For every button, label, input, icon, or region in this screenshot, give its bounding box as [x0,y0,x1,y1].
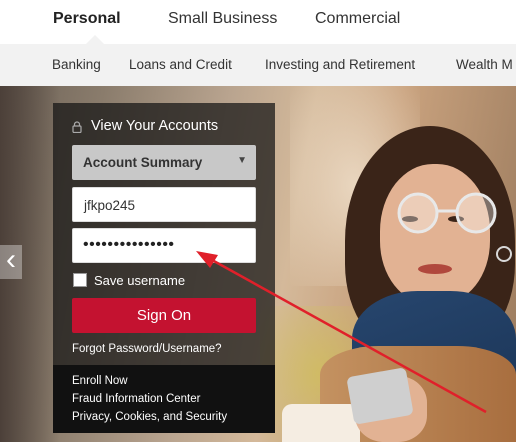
woman-lips [418,264,452,274]
enroll-now-link[interactable]: Enroll Now [72,375,128,387]
sign-on-button[interactable]: Sign On [72,298,256,333]
earring [496,246,512,262]
login-title: View Your Accounts [91,118,219,134]
password-field[interactable]: ••••••••••••••• [72,228,256,263]
subnav-item-investing[interactable]: Investing and Retirement [265,57,415,72]
smartphone [346,367,414,425]
save-username-label[interactable]: Save username [94,273,185,288]
account-type-select[interactable]: Account Summary ▼ [72,145,256,180]
coffee-cup [282,404,360,442]
username-value: jfkpo245 [84,198,136,213]
active-tab-indicator [86,35,104,44]
subnav-item-wealth[interactable]: Wealth M [456,57,513,72]
fraud-info-link[interactable]: Fraud Information Center [72,393,200,405]
login-panel: View Your Accounts Account Summary ▼ jfk… [53,103,275,433]
save-username-checkbox[interactable] [73,273,87,287]
chevron-down-icon: ▼ [237,155,247,166]
subnav-item-banking[interactable]: Banking [52,57,101,72]
chevron-left-icon: ‹ [6,243,16,276]
lock-icon [72,121,82,133]
account-type-value: Account Summary [83,155,203,170]
tab-personal[interactable]: Personal [53,10,121,28]
tab-commercial[interactable]: Commercial [315,10,400,28]
username-field[interactable]: jfkpo245 [72,187,256,222]
privacy-link[interactable]: Privacy, Cookies, and Security [72,411,227,423]
footer-links: Enroll Now Fraud Information Center Priv… [53,365,275,433]
password-value: ••••••••••••••• [83,236,175,253]
subnav-item-loans[interactable]: Loans and Credit [129,57,232,72]
carousel-prev-button[interactable]: ‹ [0,245,22,279]
top-nav: Personal Small Business Commercial [0,0,516,44]
sunglasses-icon [397,192,497,234]
sub-nav: Banking Loans and Credit Investing and R… [0,44,516,86]
forgot-password-link[interactable]: Forgot Password/Username? [72,343,222,355]
tab-small-business[interactable]: Small Business [168,10,277,28]
